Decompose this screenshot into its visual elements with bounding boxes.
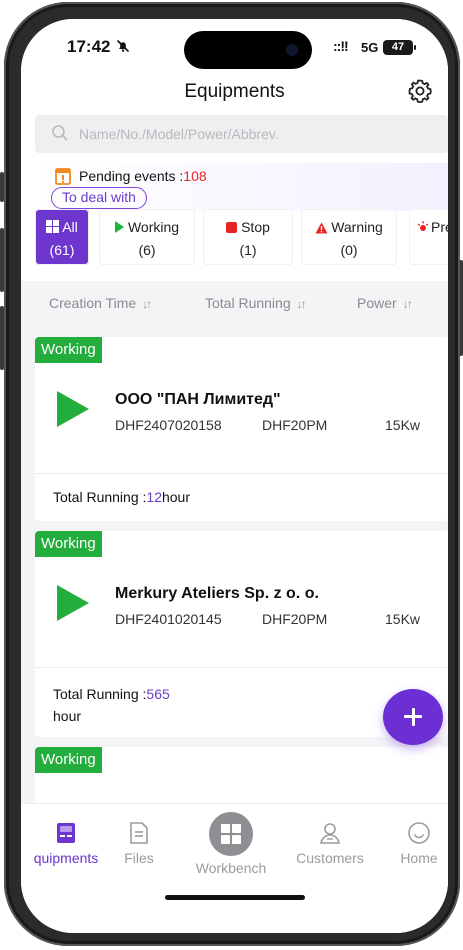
equipment-serial: DHF2407020158 <box>115 417 222 433</box>
filter-stop-count: (1) <box>239 242 257 258</box>
alert-light-icon <box>417 221 429 231</box>
equipment-card[interactable]: Working ООО "ПАН Лимитед" DHF2407020158 … <box>35 337 448 521</box>
to-deal-with-button[interactable]: To deal with <box>51 187 147 209</box>
gear-icon[interactable] <box>406 77 434 105</box>
screen: 17:42 ::!! 5G 47 Equipments Name/No./Mod… <box>21 19 448 933</box>
tab-equipments-label: quipments <box>33 850 99 866</box>
tab-files[interactable]: Files <box>94 814 184 866</box>
equipment-name: Merkury Ateliers Sp. z o. o. <box>115 585 319 602</box>
equipment-icon <box>57 823 75 843</box>
sort-arrows-icon: ↓↑ <box>142 297 152 311</box>
tab-files-label: Files <box>124 850 154 866</box>
tab-home-label: Home <box>400 850 438 866</box>
pending-label: Pending events :108 <box>79 168 207 184</box>
filter-stop-label: Stop <box>241 219 270 235</box>
search-placeholder: Name/No./Model/Power/Abbrev. <box>79 126 279 142</box>
status-badge: Working <box>35 531 102 557</box>
sort-total-running[interactable]: Total Running ↓↑ <box>205 295 307 311</box>
sort-bar: Creation Time ↓↑ Total Running ↓↑ Power ↓↑ <box>21 281 448 325</box>
pending-count: 108 <box>183 168 207 184</box>
stop-icon <box>226 222 238 233</box>
equipment-power: 15Kw <box>385 417 421 433</box>
filter-all[interactable]: All (61) <box>35 209 89 265</box>
equipment-model: DHF20PM <box>262 417 328 433</box>
equipment-name: ООО "ПАН Лимитед" <box>115 391 281 408</box>
home-indicator[interactable] <box>165 895 305 900</box>
tab-workbench-label: Workbench <box>195 860 267 876</box>
tab-bar: quipments Files Workbench Customers Home <box>21 803 448 933</box>
running-value: 12 <box>146 489 162 505</box>
running-value: 565 <box>146 686 170 702</box>
customer-icon <box>320 823 340 844</box>
filter-warning[interactable]: Warning (0) <box>301 209 397 265</box>
tab-customers-label: Customers <box>296 850 364 866</box>
phone-frame: 17:42 ::!! 5G 47 Equipments Name/No./Mod… <box>4 2 460 946</box>
status-time: 17:42 <box>67 37 111 56</box>
calendar-alert-icon <box>55 168 71 185</box>
search-icon <box>52 125 68 141</box>
pending-events: Pending events :108 To deal with <box>35 163 448 211</box>
sort-arrows-icon: ↓↑ <box>402 297 413 311</box>
filter-working[interactable]: Working (6) <box>99 209 195 265</box>
total-running: Total Running :565 hour <box>53 686 170 724</box>
tab-home[interactable]: Home <box>374 814 448 866</box>
tab-customers[interactable]: Customers <box>285 814 375 866</box>
card-divider <box>35 667 448 668</box>
filter-working-label: Working <box>127 219 180 235</box>
play-icon <box>57 585 89 621</box>
file-icon <box>130 822 148 844</box>
tab-workbench[interactable]: Workbench <box>181 812 281 876</box>
add-equipment-button[interactable] <box>383 689 443 745</box>
filter-pre[interactable]: Pre <box>409 209 448 265</box>
camera-icon <box>286 44 298 56</box>
play-icon <box>114 221 124 233</box>
filter-warning-count: (0) <box>340 242 358 258</box>
running-unit: hour <box>53 708 82 724</box>
grid-icon <box>46 220 60 233</box>
network-label: 5G <box>361 40 379 55</box>
smile-icon <box>408 822 430 844</box>
filter-warning-label: Warning <box>331 219 383 235</box>
equipment-power: 15Kw <box>385 611 421 627</box>
battery-icon: 47 <box>383 40 416 55</box>
filter-all-count: (61) <box>49 242 75 258</box>
filter-all-label: All <box>62 219 78 235</box>
header: Equipments <box>21 75 448 111</box>
signal-icon: ::!! <box>333 38 349 54</box>
page-title: Equipments <box>184 81 285 102</box>
workbench-icon <box>209 812 253 856</box>
filter-stop[interactable]: Stop (1) <box>203 209 293 265</box>
sort-arrows-icon: ↓↑ <box>296 297 307 311</box>
card-divider <box>35 473 448 474</box>
total-running: Total Running :12hour <box>53 489 191 505</box>
status-badge: Working <box>35 747 102 773</box>
silent-bell-icon <box>116 39 130 56</box>
filter-working-count: (6) <box>138 242 156 258</box>
warning-icon <box>315 222 328 234</box>
filter-pre-label: Pre <box>431 219 448 235</box>
sort-power[interactable]: Power ↓↑ <box>357 295 413 311</box>
running-unit: hour <box>161 489 191 505</box>
equipment-model: DHF20PM <box>262 611 328 627</box>
status-badge: Working <box>35 337 102 363</box>
play-icon <box>57 391 89 427</box>
equipment-serial: DHF2401020145 <box>115 611 222 627</box>
search-input[interactable]: Name/No./Model/Power/Abbrev. <box>35 115 448 153</box>
dynamic-island <box>184 31 312 69</box>
status-filters: All (61) Working (6) Stop (1) Warning (0… <box>35 209 448 265</box>
sort-creation-time[interactable]: Creation Time ↓↑ <box>49 295 152 311</box>
